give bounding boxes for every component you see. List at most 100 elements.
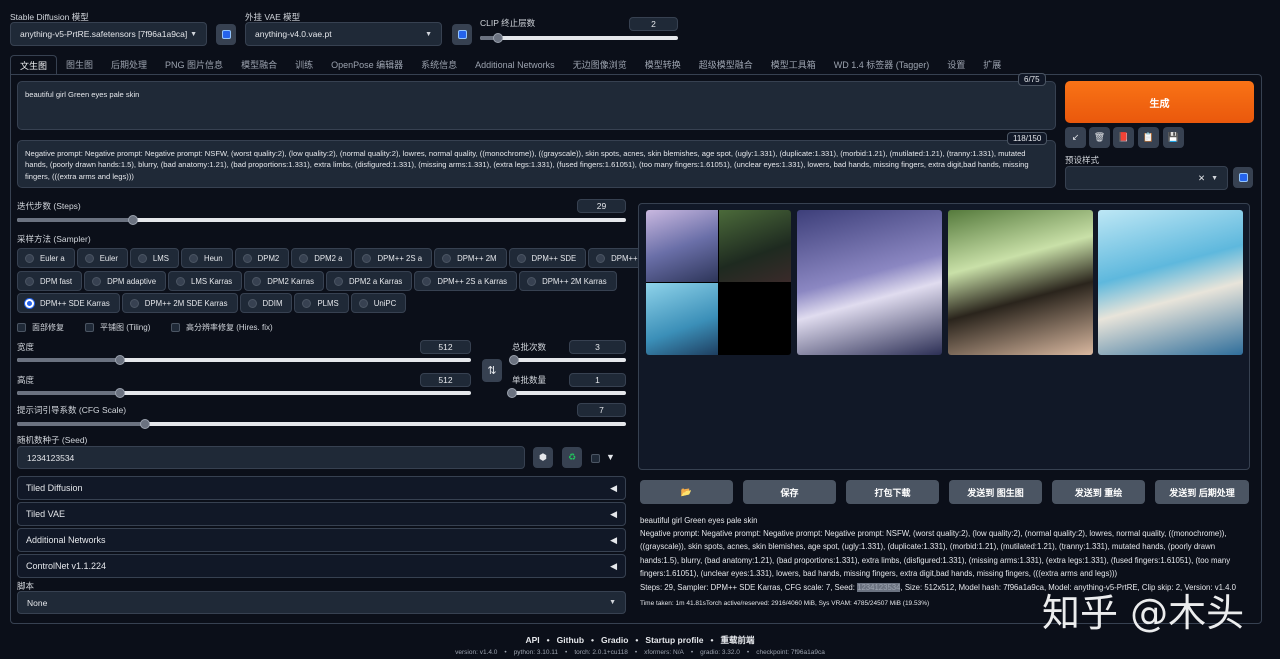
batch-size-input[interactable]: 1	[569, 373, 626, 387]
tab-9[interactable]: 无边图像浏览	[564, 55, 636, 75]
tab-1[interactable]: 图生图	[57, 55, 102, 75]
footer-link[interactable]: Gradio	[601, 635, 628, 645]
styles-dropdown[interactable]: ✕ ▼	[1065, 166, 1228, 190]
footer-link[interactable]: API	[525, 635, 539, 645]
sampler-option[interactable]: DPM++ 2M Karras	[519, 271, 617, 291]
apply-style-button[interactable]: 📋	[1138, 127, 1159, 148]
accordion-additional-networks[interactable]: Additional Networks ◀	[17, 528, 626, 552]
sampler-option[interactable]: DPM++ 2S a Karras	[414, 271, 518, 291]
seed-input[interactable]: 1234123534	[17, 446, 525, 469]
open-folder-button[interactable]: 📂	[640, 480, 733, 504]
script-dropdown[interactable]: None ▼	[17, 591, 626, 614]
tab-4[interactable]: 模型融合	[232, 55, 286, 75]
steps-input[interactable]: 29	[577, 199, 626, 213]
accordion-tiled-diffusion[interactable]: Tiled Diffusion ◀	[17, 476, 626, 500]
sampler-option[interactable]: Euler a	[17, 248, 75, 268]
tab-12[interactable]: 模型工具箱	[762, 55, 825, 75]
clip-value-input[interactable]: 2	[629, 17, 678, 31]
sampler-option[interactable]: Euler	[76, 248, 128, 268]
refresh-styles-button[interactable]	[1233, 167, 1253, 188]
tab-14[interactable]: 设置	[938, 55, 974, 75]
gallery-image[interactable]	[1098, 210, 1243, 355]
read-params-button[interactable]: ↙	[1065, 127, 1086, 148]
clip-slider[interactable]	[480, 33, 678, 43]
checkbox-box[interactable]	[171, 323, 180, 332]
batch-count-input[interactable]: 3	[569, 340, 626, 354]
sampler-option[interactable]: DPM2 Karras	[244, 271, 325, 291]
vae-dropdown[interactable]: anything-v4.0.vae.pt ▼	[245, 22, 442, 46]
checkbox-box[interactable]	[85, 323, 94, 332]
prompt-input[interactable]: beautiful girl Green eyes pale skin	[17, 81, 1056, 130]
sampler-option[interactable]: DPM++ 2M SDE Karras	[121, 293, 238, 313]
width-input[interactable]: 512	[420, 340, 471, 354]
sampler-option[interactable]: UniPC	[350, 293, 407, 313]
triangle-down-icon[interactable]: ▼	[606, 452, 615, 462]
generate-button[interactable]: 生成	[1065, 81, 1254, 123]
gallery-image-grid[interactable]	[646, 210, 791, 355]
refresh-vae-button[interactable]	[452, 24, 472, 45]
negative-prompt-input[interactable]: Negative prompt: Negative prompt: Negati…	[17, 140, 1056, 188]
extra-networks-button[interactable]: 📕	[1113, 127, 1134, 148]
batch-size-slider[interactable]	[507, 388, 626, 398]
clear-prompt-button[interactable]: 🗑	[1089, 127, 1110, 148]
send-to-inpaint-button[interactable]: 发送到 重绘	[1052, 480, 1145, 504]
sampler-option[interactable]: DPM2	[234, 248, 290, 268]
footer-link[interactable]: Github	[557, 635, 584, 645]
tab-6[interactable]: OpenPose 编辑器	[322, 55, 412, 75]
send-to-extras-button[interactable]: 发送到 后期处理	[1155, 480, 1249, 504]
random-seed-button[interactable]: ⬢	[533, 447, 553, 468]
sampler-option[interactable]: DPM2 a	[291, 248, 353, 268]
sampler-option[interactable]: LMS Karras	[168, 271, 243, 291]
sampler-option[interactable]: PLMS	[294, 293, 349, 313]
seed-label: 随机数种子 (Seed)	[17, 435, 88, 445]
zip-download-button[interactable]: 打包下载	[846, 480, 939, 504]
sampler-option[interactable]: DPM fast	[17, 271, 83, 291]
tab-7[interactable]: 系统信息	[412, 55, 466, 75]
sampler-option[interactable]: LMS	[129, 248, 179, 268]
tab-11[interactable]: 超级模型融合	[690, 55, 762, 75]
accordion-tiled-vae[interactable]: Tiled VAE ◀	[17, 502, 626, 526]
swap-dimensions-button[interactable]: ⇅	[482, 359, 502, 382]
extra-seed-checkbox[interactable]	[591, 454, 600, 463]
height-slider[interactable]	[17, 388, 471, 398]
gallery-image[interactable]	[948, 210, 1093, 355]
reuse-seed-button[interactable]: ♻	[562, 447, 582, 468]
tab-15[interactable]: 扩展	[974, 55, 1010, 75]
sampler-option[interactable]: Heun	[180, 248, 233, 268]
sampler-option[interactable]: DDIM	[239, 293, 293, 313]
tab-2[interactable]: 后期处理	[102, 55, 156, 75]
tab-0[interactable]: 文生图	[10, 55, 58, 75]
accordion-controlnet[interactable]: ControlNet v1.1.224 ◀	[17, 554, 626, 578]
tab-8[interactable]: Additional Networks	[466, 55, 564, 75]
batch-count-slider[interactable]	[509, 355, 626, 365]
clear-icon[interactable]: ✕	[1198, 173, 1205, 184]
sampler-option[interactable]: DPM adaptive	[84, 271, 167, 291]
gallery-image[interactable]	[797, 210, 942, 355]
sampler-option[interactable]: DPM++ SDE	[508, 248, 587, 268]
sampler-option[interactable]: DPM++ 2M	[434, 248, 507, 268]
hires-fix-checkbox[interactable]: 高分辨率修复 (Hires. fix)	[171, 322, 273, 333]
tab-13[interactable]: WD 1.4 标签器 (Tagger)	[825, 55, 939, 75]
sampler-option[interactable]: DPM++ 2S a	[354, 248, 433, 268]
height-input[interactable]: 512	[420, 373, 471, 387]
sampler-option[interactable]: DPM++ SDE Karras	[17, 293, 120, 313]
restore-faces-checkbox[interactable]: 面部修复	[17, 322, 64, 333]
save-style-button[interactable]: 💾	[1163, 127, 1184, 148]
cfg-input[interactable]: 7	[577, 403, 626, 417]
save-button[interactable]: 保存	[743, 480, 836, 504]
swap-icon: ⇅	[487, 365, 497, 377]
refresh-sd-model-button[interactable]	[216, 24, 236, 45]
width-slider[interactable]	[17, 355, 471, 365]
sampler-option[interactable]: DPM2 a Karras	[326, 271, 413, 291]
sd-model-dropdown[interactable]: anything-v5-PrtRE.safetensors [7f96a1a9c…	[10, 22, 207, 46]
steps-slider[interactable]	[17, 215, 626, 225]
footer-link[interactable]: Startup profile	[645, 635, 703, 645]
tab-10[interactable]: 模型转换	[636, 55, 690, 75]
tiling-checkbox[interactable]: 平铺图 (Tiling)	[85, 322, 150, 333]
cfg-slider[interactable]	[17, 419, 626, 429]
send-to-img2img-button[interactable]: 发送到 图生图	[949, 480, 1042, 504]
checkbox-box[interactable]	[17, 323, 26, 332]
tab-3[interactable]: PNG 图片信息	[156, 55, 232, 75]
footer-link[interactable]: 重载前端	[720, 635, 754, 645]
tab-5[interactable]: 训练	[286, 55, 322, 75]
